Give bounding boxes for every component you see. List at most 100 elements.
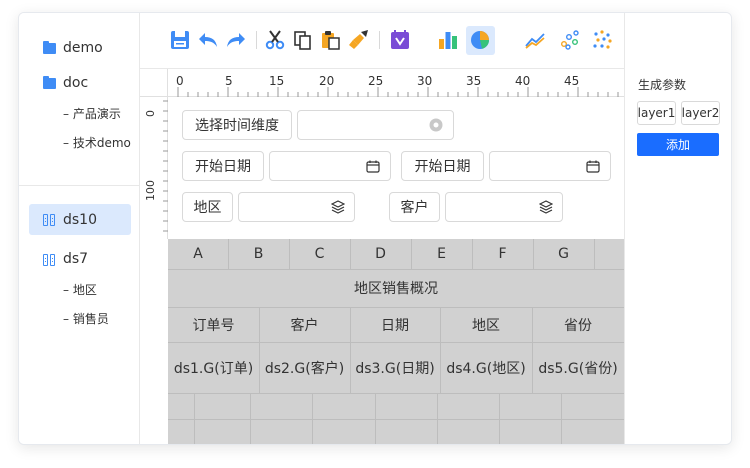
grid-line (289, 239, 290, 269)
start-date-input[interactable] (269, 151, 391, 181)
region-select[interactable] (238, 192, 355, 222)
tree-subitem-salesperson[interactable]: – 销售员 (63, 310, 109, 327)
layer2-chip[interactable]: layer2 (681, 101, 720, 125)
field-cell-region[interactable]: ds4.G(地区) (440, 342, 532, 393)
header-cell-order[interactable]: 订单号 (168, 307, 259, 342)
ruler-label: 15 (269, 74, 285, 88)
vertical-ruler: 0 100 (140, 97, 168, 239)
tree-subitem-label: 技术demo (72, 136, 131, 150)
panel-title: 生成参数 (638, 78, 687, 92)
cut-icon[interactable] (264, 29, 286, 51)
tree-item-label: doc (63, 75, 89, 91)
grid-line (533, 239, 534, 269)
layers-icon (539, 200, 553, 214)
tree-subitem-label: 销售员 (72, 312, 109, 326)
time-dimension-select[interactable] (297, 110, 454, 140)
copy-icon[interactable] (292, 29, 314, 51)
column-header-f[interactable]: F (472, 239, 533, 269)
ruler-ticks (163, 100, 168, 232)
ruler-label: 0 (144, 110, 157, 117)
ruler-label: 30 (417, 74, 433, 88)
ruler-ticks (177, 87, 619, 97)
redo-icon[interactable] (225, 29, 247, 51)
toolbar-separator (379, 31, 380, 49)
filter-form: 选择时间维度 开始日期 开始日期 地区 客户 (168, 97, 624, 239)
column-header-e[interactable]: E (411, 239, 472, 269)
grid-line (168, 393, 624, 394)
header-cell-customer[interactable]: 客户 (259, 307, 350, 342)
sidebar-divider (19, 185, 140, 186)
column-header-g[interactable]: G (533, 239, 594, 269)
preview-icon[interactable] (389, 29, 411, 51)
sidebar: demo doc – 产品演示 – 技术demo ds10 ds7 – 地区 – (19, 13, 140, 444)
time-dimension-label: 选择时间维度 (182, 110, 292, 140)
ruler-label: 100 (144, 180, 157, 201)
tree-prefix: – (63, 136, 69, 150)
dataset-icon (43, 214, 56, 226)
ruler-label: 35 (466, 74, 482, 88)
ruler-label: 25 (368, 74, 384, 88)
grid-line (259, 307, 260, 393)
field-cell-customer[interactable]: ds2.G(客户) (259, 342, 350, 393)
grid-line (250, 393, 251, 444)
tree-item-ds10[interactable]: ds10 (29, 204, 131, 235)
field-cell-date[interactable]: ds3.G(日期) (350, 342, 440, 393)
field-cell-order[interactable]: ds1.G(订单) (168, 342, 259, 393)
label-text: 选择时间维度 (195, 118, 279, 134)
grid-line (440, 307, 441, 393)
tree-subitem-product-demo[interactable]: – 产品演示 (63, 105, 121, 122)
paste-icon[interactable] (320, 29, 342, 51)
tree-subitem-tech-demo[interactable]: – 技术demo (63, 134, 131, 151)
dot-matrix-icon[interactable] (592, 29, 614, 51)
bar-chart-icon[interactable] (437, 29, 459, 51)
pie-chart-icon[interactable] (469, 29, 491, 51)
dataset-icon (43, 253, 56, 266)
grid-line (168, 419, 624, 420)
column-header-a[interactable]: A (168, 239, 228, 269)
grid-line (411, 239, 412, 269)
grid-line (350, 239, 351, 269)
report-title-cell[interactable]: 地区销售概况 (168, 269, 624, 307)
label-text: 开始日期 (195, 159, 251, 175)
line-chart-icon[interactable] (524, 29, 546, 51)
customer-select[interactable] (445, 192, 563, 222)
column-header-c[interactable]: C (289, 239, 350, 269)
tree-subitem-region[interactable]: – 地区 (63, 281, 97, 298)
layers-icon (331, 200, 345, 214)
layer1-chip[interactable]: layer1 (637, 101, 676, 125)
save-icon[interactable] (169, 29, 191, 51)
scatter-chart-icon[interactable] (559, 29, 581, 51)
header-cell-date[interactable]: 日期 (350, 307, 440, 342)
grid-line (472, 239, 473, 269)
grid-line (437, 393, 438, 444)
tree-item-ds7[interactable]: ds7 (19, 250, 140, 268)
folder-icon (43, 40, 56, 54)
column-header-b[interactable]: B (228, 239, 289, 269)
grid-line (499, 393, 500, 444)
grid-line (312, 393, 313, 444)
tree-prefix: – (63, 283, 69, 297)
grid-line (561, 393, 562, 444)
clear-icon[interactable] (429, 118, 443, 132)
add-button[interactable]: 添加 (637, 133, 719, 156)
ruler-label: 0 (176, 74, 184, 88)
ruler-label: 40 (515, 74, 531, 88)
format-brush-icon[interactable] (348, 29, 370, 51)
field-cell-province[interactable]: ds5.G(省份) (532, 342, 624, 393)
report-grid: A B C D E F G 地区销售概况 订单号 客户 日期 地区 省份 ds1… (168, 239, 624, 444)
tree-item-demo[interactable]: demo (19, 39, 140, 57)
undo-icon[interactable] (197, 29, 219, 51)
grid-line (532, 307, 533, 393)
ruler-label: 20 (319, 74, 335, 88)
header-cell-province[interactable]: 省份 (532, 307, 624, 342)
tree-item-doc[interactable]: doc (19, 74, 140, 92)
header-cell-region[interactable]: 地区 (440, 307, 532, 342)
grid-line (168, 307, 624, 308)
calendar-icon (586, 160, 600, 173)
folder-icon (43, 75, 56, 89)
grid-line (594, 239, 595, 269)
ruler-corner (140, 69, 168, 97)
start-date-input-2[interactable] (489, 151, 611, 181)
label-text: 客户 (400, 200, 429, 216)
column-header-d[interactable]: D (350, 239, 411, 269)
